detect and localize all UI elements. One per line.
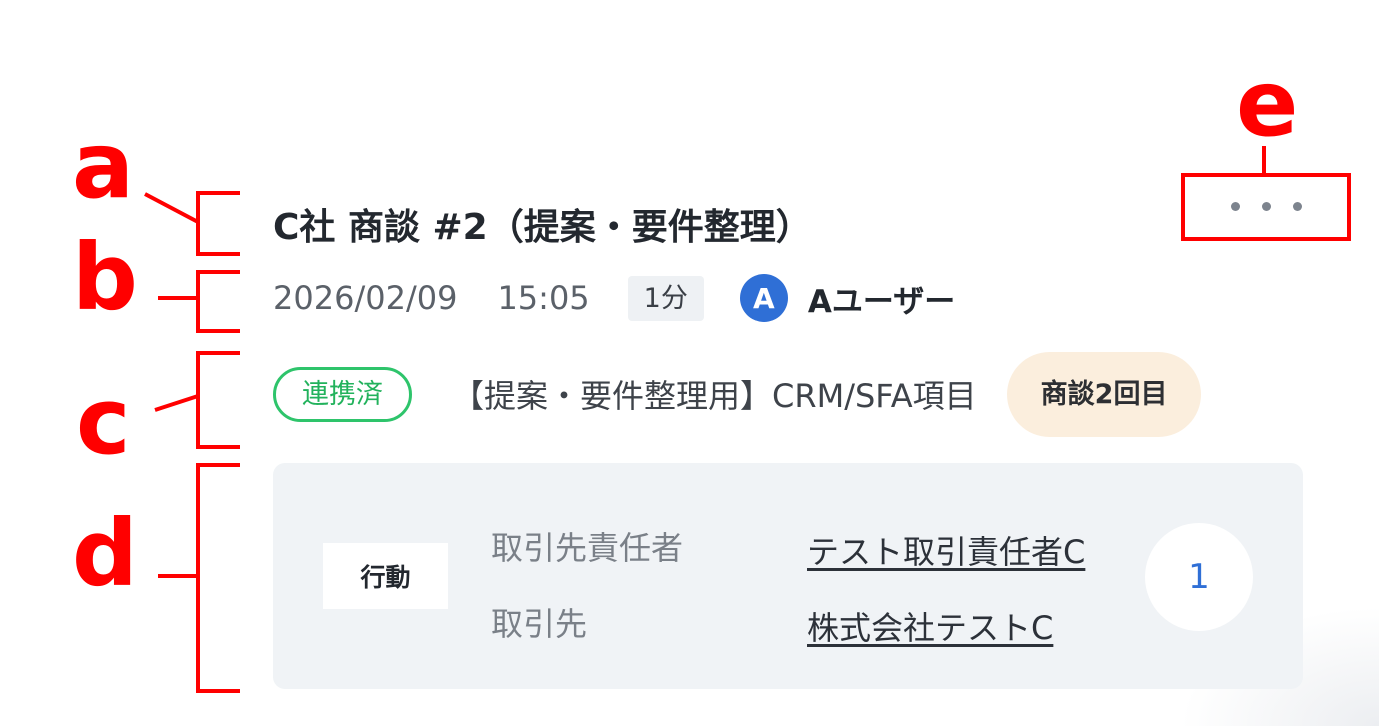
meeting-meta: 2026/02/09 15:05 1分 A Aユーザー [273,270,955,326]
meeting-title: C社 商談 #2（提案・要件整理） [273,207,812,248]
more-horizontal-icon [1292,201,1302,211]
annotation-stem-e [1262,146,1266,175]
annotation-bracket-a [196,191,240,256]
annotation-label-a: a [72,112,135,219]
tag-row: 連携済 【提案・要件整理用】CRM/SFA項目 商談2回目 [273,351,1202,437]
meeting-date: 2026/02/09 [273,279,458,317]
annotation-bracket-c [196,351,240,449]
crm-field-label: 【提案・要件整理用】CRM/SFA項目 [452,377,977,415]
account-link[interactable]: 株式会社テストC [807,603,1053,649]
annotation-label-c: c [76,368,131,475]
contact-label: 取引先責任者 [491,529,684,567]
related-records-panel: 行動 取引先責任者 テスト取引責任者C 取引先 株式会社テストC 1 [273,463,1303,689]
contact-link[interactable]: テスト取引責任者C [807,527,1085,573]
account-label: 取引先 [491,605,588,643]
more-horizontal-icon [1261,201,1271,211]
annotation-label-d: d [72,500,138,607]
annotation-bracket-d [196,463,240,693]
more-horizontal-icon [1230,201,1240,211]
duration-badge: 1分 [627,275,704,321]
record-count-badge[interactable]: 1 [1145,523,1253,631]
meeting-time: 15:05 [497,279,590,317]
annotation-stem-b [158,296,198,300]
annotation-label-b: b [72,224,138,331]
user-avatar: A [739,274,788,322]
meeting-round-tag: 商談2回目 [1006,351,1202,437]
action-type-badge: 行動 [323,543,448,609]
user-name: Aユーザー [807,283,956,320]
more-options-button[interactable] [1186,177,1346,235]
sync-status-badge: 連携済 [273,366,412,422]
annotation-bracket-b [196,270,240,333]
annotation-label-e: e [1236,50,1299,157]
annotation-stem-d [158,574,198,578]
